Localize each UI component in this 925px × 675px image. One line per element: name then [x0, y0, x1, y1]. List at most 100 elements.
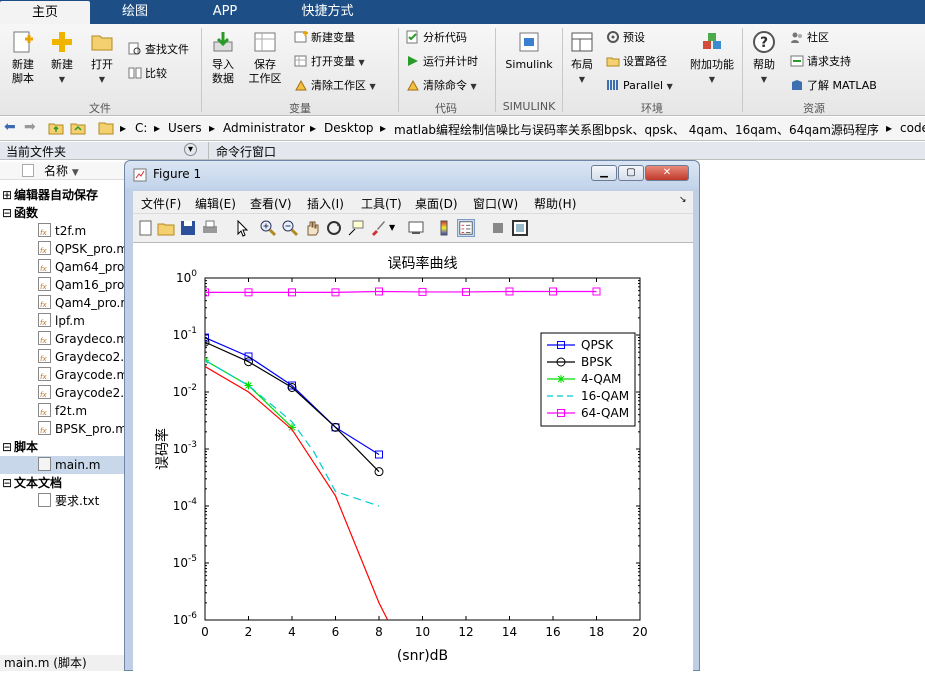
- list-item[interactable]: 要求.txt: [0, 492, 99, 510]
- list-item[interactable]: fx QPSK_pro.m: [0, 240, 127, 258]
- list-item[interactable]: fx f2t.m: [0, 402, 87, 420]
- list-item[interactable]: fx Graycode.m: [0, 366, 127, 384]
- new-figure-icon[interactable]: [137, 219, 155, 237]
- breadcrumb-users[interactable]: Users: [168, 121, 202, 135]
- help-button[interactable]: ? 帮助 ▼: [748, 30, 780, 87]
- browse-folder-icon[interactable]: [70, 120, 86, 139]
- open-button[interactable]: 打开 ▼: [84, 30, 120, 87]
- menu-desktop[interactable]: 桌面(D): [415, 195, 458, 212]
- parallel-button[interactable]: Parallel ▼: [606, 78, 673, 95]
- clear-workspace-button[interactable]: 清除工作区 ▼: [294, 78, 376, 95]
- breadcrumb-administrator[interactable]: Administrator: [223, 121, 305, 135]
- breadcrumb-desktop[interactable]: Desktop: [324, 121, 374, 135]
- legend-icon[interactable]: [457, 219, 475, 237]
- menu-edit[interactable]: 编辑(E): [195, 195, 236, 212]
- tree-group[interactable]: ⊞ 编辑器自动保存: [0, 186, 98, 204]
- menu-tools[interactable]: 工具(T): [361, 195, 402, 212]
- y-tick-label: 10-6: [173, 611, 198, 627]
- list-item[interactable]: fx BPSK_pro.m: [0, 420, 127, 438]
- community-button[interactable]: 社区: [790, 30, 829, 46]
- up-folder-icon[interactable]: [48, 120, 64, 139]
- workspace-label-1: 保存: [254, 58, 276, 71]
- new-script-button[interactable]: 新建 脚本: [6, 30, 40, 86]
- colorbar-icon[interactable]: [435, 219, 453, 237]
- request-support-button[interactable]: 请求支持: [790, 54, 851, 70]
- collapse-icon[interactable]: ⊟: [0, 474, 14, 492]
- tab-apps[interactable]: APP: [180, 0, 270, 24]
- compare-button[interactable]: 比较: [128, 66, 167, 82]
- learn-matlab-button[interactable]: 了解 MATLAB: [790, 78, 877, 94]
- breadcrumb-drive[interactable]: C:: [135, 121, 147, 135]
- find-files-button[interactable]: 查找文件: [128, 42, 189, 58]
- new-variable-button[interactable]: 新建变量: [294, 30, 355, 46]
- breadcrumb-project-folder[interactable]: matlab编程绘制信噪比与误码率关系图bpsk、qpsk、 4qam、16qa…: [394, 121, 886, 138]
- root-folder-icon[interactable]: [98, 120, 114, 139]
- legend-entry: BPSK: [581, 355, 613, 369]
- data-cursor-icon[interactable]: [347, 219, 365, 237]
- open-variable-button[interactable]: 打开变量 ▼: [294, 54, 365, 71]
- expand-icon[interactable]: ⊞: [0, 186, 14, 204]
- show-plot-tools-icon[interactable]: [511, 219, 529, 237]
- figure-title-bar[interactable]: Figure 1 ▁ ▢ ✕: [125, 161, 699, 189]
- close-button[interactable]: ✕: [645, 165, 689, 181]
- pointer-icon[interactable]: [233, 219, 251, 237]
- collapse-icon[interactable]: ⊟: [0, 438, 14, 456]
- new-button[interactable]: 新建 ▼: [44, 30, 80, 87]
- back-icon[interactable]: ⬅: [4, 119, 16, 135]
- brush-dropdown-icon[interactable]: ▼: [389, 223, 395, 232]
- save-icon[interactable]: [179, 219, 197, 237]
- list-item[interactable]: fx t2f.m: [0, 222, 86, 240]
- minimize-button[interactable]: ▁: [591, 165, 617, 181]
- maximize-button[interactable]: ▢: [618, 165, 644, 181]
- zoom-in-icon[interactable]: [259, 219, 277, 237]
- plot-area[interactable]: 0 2 4 6 8 10 12 14 16 18 20 10-6 10-5 10-4 10-3 10-2 10-…: [133, 243, 693, 672]
- tree-group[interactable]: ⊟ 函数: [0, 204, 38, 222]
- function-file-icon: fx: [38, 331, 51, 345]
- link-plot-icon[interactable]: [407, 219, 425, 237]
- import-data-button[interactable]: 导入 数据: [206, 30, 240, 86]
- print-icon[interactable]: [201, 219, 219, 237]
- dock-icon[interactable]: ↘: [679, 195, 687, 205]
- hide-plot-tools-icon[interactable]: [489, 219, 507, 237]
- menu-file[interactable]: 文件(F): [141, 195, 181, 212]
- ber-chart[interactable]: 0 2 4 6 8 10 12 14 16 18 20 10-6 10-5 10-4 10-3 10-2 10-…: [133, 243, 693, 672]
- analyze-code-button[interactable]: 分析代码: [406, 30, 467, 46]
- tab-shortcuts[interactable]: 快捷方式: [270, 0, 385, 24]
- clear-commands-button[interactable]: 清除命令 ▼: [406, 78, 477, 95]
- open-variable-dropdown-icon: ▼: [358, 58, 365, 67]
- list-item[interactable]: fx Graycode2.: [0, 384, 124, 402]
- list-item[interactable]: fx Graydeco.m: [0, 330, 127, 348]
- collapse-icon[interactable]: ⊟: [0, 204, 14, 222]
- menu-view[interactable]: 查看(V): [250, 195, 292, 212]
- open-file-icon[interactable]: [157, 219, 175, 237]
- list-item[interactable]: fx Qam4_pro.m: [0, 294, 127, 312]
- preferences-button[interactable]: 预设: [606, 30, 645, 46]
- list-item[interactable]: fx Qam16_pro: [0, 276, 124, 294]
- list-item[interactable]: main.m: [0, 456, 127, 474]
- zoom-out-icon[interactable]: [281, 219, 299, 237]
- folder-actions-icon[interactable]: ▾: [184, 143, 197, 156]
- list-item[interactable]: fx Graydeco2.: [0, 348, 124, 366]
- save-workspace-button[interactable]: 保存 工作区: [244, 30, 286, 86]
- pan-hand-icon[interactable]: [303, 219, 321, 237]
- forward-icon[interactable]: ➡: [24, 119, 36, 135]
- run-and-time-button[interactable]: 运行并计时: [406, 54, 478, 70]
- rotate-3d-icon[interactable]: [325, 219, 343, 237]
- column-header[interactable]: 名称 ▼: [0, 162, 127, 180]
- layout-button[interactable]: 布局 ▼: [566, 30, 598, 87]
- menu-insert[interactable]: 插入(I): [307, 195, 344, 212]
- list-item[interactable]: fx Qam64_pro: [0, 258, 124, 276]
- list-item[interactable]: fx lpf.m: [0, 312, 85, 330]
- breadcrumb-code[interactable]: code: [900, 121, 925, 135]
- set-path-button[interactable]: 设置路径: [606, 54, 667, 70]
- tree-group[interactable]: ⊟ 脚本: [0, 438, 38, 456]
- simulink-button[interactable]: Simulink: [500, 30, 558, 72]
- tree-group[interactable]: ⊟ 文本文档: [0, 474, 62, 492]
- tab-plots[interactable]: 绘图: [90, 0, 180, 24]
- tab-home[interactable]: 主页: [0, 1, 90, 25]
- menu-help[interactable]: 帮助(H): [534, 195, 576, 212]
- brush-icon[interactable]: [369, 219, 387, 237]
- menu-window[interactable]: 窗口(W): [473, 195, 518, 212]
- add-ons-button[interactable]: 附加功能 ▼: [688, 30, 736, 87]
- figure-window[interactable]: Figure 1 ▁ ▢ ✕ 文件(F) 编辑(E) 查看(V) 插入(I) 工…: [124, 160, 700, 672]
